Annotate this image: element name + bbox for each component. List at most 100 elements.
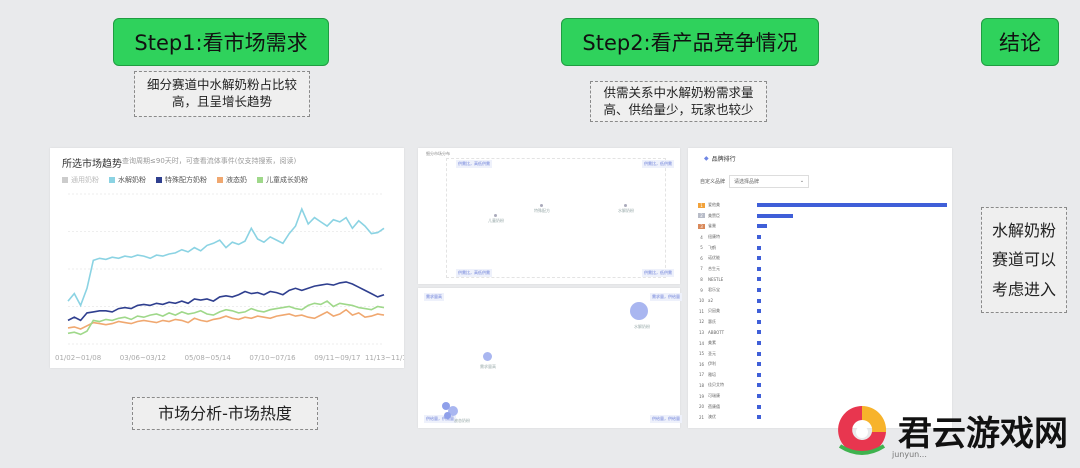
brand-name: ABBOTT: [708, 329, 725, 335]
rank-bar: [757, 213, 794, 218]
rank-bar: [757, 362, 761, 367]
rank-number: 18: [698, 382, 705, 388]
quadrant-tag: 供需比，高低供需: [456, 269, 492, 277]
rank-bar: [757, 245, 761, 250]
scatter-point-label: 儿童奶粉: [488, 218, 504, 223]
rank-row[interactable]: 1 爱他美: [698, 200, 958, 211]
brand-name: 圣元: [708, 350, 716, 356]
rank-number: 21: [698, 414, 705, 420]
rank-row[interactable]: 15 圣元: [698, 348, 958, 359]
brand-name: 惠氏: [708, 318, 716, 324]
rank-number: 10: [698, 298, 705, 304]
bubble[interactable]: [630, 302, 648, 320]
rank-row[interactable]: 7 合生元: [698, 264, 958, 275]
rank-title: ◆ 品牌排行: [704, 154, 736, 163]
rank-row[interactable]: 11 贝因美: [698, 306, 958, 317]
brand-name: 佳贝艾特: [708, 382, 724, 388]
step2-note: 供需关系中水解奶粉需求量 高、供给量少，玩家也较少: [590, 81, 767, 122]
brand-filter-label: 自定义品牌: [700, 179, 726, 185]
rank-bar: [757, 319, 761, 324]
rank-bar: [757, 256, 761, 261]
rank-row[interactable]: 8 NESTLE: [698, 274, 958, 285]
brand-name: 贝因美: [708, 308, 720, 314]
rank-row[interactable]: 6 诺优能: [698, 253, 958, 264]
conclusion-line2: 赛道可以: [991, 250, 1056, 270]
brand-ranking-panel: ◆ 品牌排行 自定义品牌 请选择品牌 ⌄ 1 爱他美 2 美赞臣 3 雀巢 4 纽康特 5 飞鹤 6 诺优…: [688, 148, 952, 428]
brand-name: a2: [708, 298, 713, 304]
conclusion-header: 结论: [981, 18, 1059, 66]
x-tick-label: 11/13~11/19: [365, 354, 404, 362]
rank-row[interactable]: 18 佳贝艾特: [698, 380, 958, 391]
rank-row[interactable]: 19 可瑞康: [698, 391, 958, 402]
rank-row[interactable]: 10 a2: [698, 295, 958, 306]
rank-number: 19: [698, 393, 705, 399]
quadrant-tag: 供需比，高低供需: [456, 160, 492, 168]
scatter-point-label: 特殊配方: [534, 208, 550, 213]
chevron-down-icon: ⌄: [799, 178, 805, 184]
scatter-point[interactable]: [624, 204, 627, 207]
quadrant-tag: 需求量高: [424, 293, 444, 301]
brand-name: 蓓康僖: [708, 403, 720, 409]
rank-row[interactable]: 5 飞鹤: [698, 242, 958, 253]
scatter-point[interactable]: [494, 214, 497, 217]
scatter-title: 细分市场分布: [426, 151, 450, 156]
rank-bar: [757, 203, 947, 208]
scatter-plot-area: [446, 158, 666, 278]
bubble[interactable]: [444, 412, 451, 419]
brand-name: 合生元: [708, 265, 720, 271]
rank-row[interactable]: 12 惠氏: [698, 317, 958, 328]
rank-number: 2: [698, 213, 705, 219]
rank-bar: [757, 415, 761, 420]
rank-number: 16: [698, 361, 705, 367]
watermark-logo: 君云游戏网 junyun...: [832, 402, 1068, 459]
rank-row[interactable]: 4 纽康特: [698, 232, 958, 243]
scatter-point[interactable]: [540, 204, 543, 207]
x-tick-label: 09/11~09/17: [314, 354, 360, 362]
trend-chart: 01/02~01/08 03/06~03/12 05/08~05/14 07/10~0…: [55, 193, 404, 362]
brand-name: 飞鹤: [708, 244, 716, 250]
diamond-icon: ◆: [704, 155, 709, 162]
step1-header: Step1:看市场需求: [113, 18, 329, 66]
bubble-label: 液态奶粉: [454, 418, 470, 423]
segment-scatter-bottom: 需求量高 需求量，供给量 供给量，供需量 供给量，供给量 水解奶粉 需求量高 液…: [418, 288, 682, 428]
rank-row[interactable]: 16 伊利: [698, 359, 958, 370]
rank-row[interactable]: 9 君乐宝: [698, 285, 958, 296]
rank-number: 4: [700, 234, 703, 240]
rank-number: 11: [698, 308, 705, 314]
rank-bar: [757, 298, 761, 303]
brand-select[interactable]: 请选择品牌 ⌄: [729, 175, 810, 188]
rank-row[interactable]: 14 美素: [698, 338, 958, 349]
rank-bar: [757, 309, 761, 314]
quadrant-tag: 供需比，低供需: [642, 160, 674, 168]
rank-number: 9: [700, 287, 703, 293]
step2-note-line1: 供需关系中水解奶粉需求量: [603, 84, 754, 100]
bubble[interactable]: [483, 352, 492, 361]
step1-note-line2: 高，且呈增长趋势: [171, 94, 272, 109]
rank-row[interactable]: 17 雅培: [698, 370, 958, 381]
conclusion-box: 水解奶粉 赛道可以 考虑进入: [981, 207, 1067, 313]
rank-row[interactable]: 13 ABBOTT: [698, 327, 958, 338]
brand-name: 诺优能: [708, 255, 720, 261]
caption-market-heat: 市场分析-市场热度: [132, 397, 318, 430]
conclusion-line1: 水解奶粉: [991, 220, 1056, 240]
x-tick-label: 01/02~01/08: [55, 354, 101, 362]
rank-number: 15: [698, 351, 705, 357]
rank-row[interactable]: 2 美赞臣: [698, 211, 958, 222]
brand-name: 澳优: [708, 414, 716, 420]
rank-bar: [757, 341, 761, 346]
rank-number: 8: [700, 276, 703, 282]
conclusion-line3: 考虑进入: [991, 279, 1056, 299]
rank-bar: [757, 372, 761, 377]
step1-note: 细分赛道中水解奶粉占比较 高，且呈增长趋势: [134, 71, 310, 117]
rank-row[interactable]: 3 雀巢: [698, 221, 958, 232]
rank-number: 7: [700, 266, 703, 272]
rank-number: 3: [698, 223, 705, 229]
bubble-label: 水解奶粉: [634, 324, 650, 329]
brand-name: 君乐宝: [708, 287, 720, 293]
watermark-brand: 君云游戏网: [898, 413, 1068, 454]
rank-bar: [757, 351, 761, 356]
quadrant-tag: 需求量，供给量: [650, 293, 682, 301]
rank-number: 5: [700, 245, 703, 251]
brand-name: 美素: [708, 340, 716, 346]
rank-bar: [757, 266, 761, 271]
